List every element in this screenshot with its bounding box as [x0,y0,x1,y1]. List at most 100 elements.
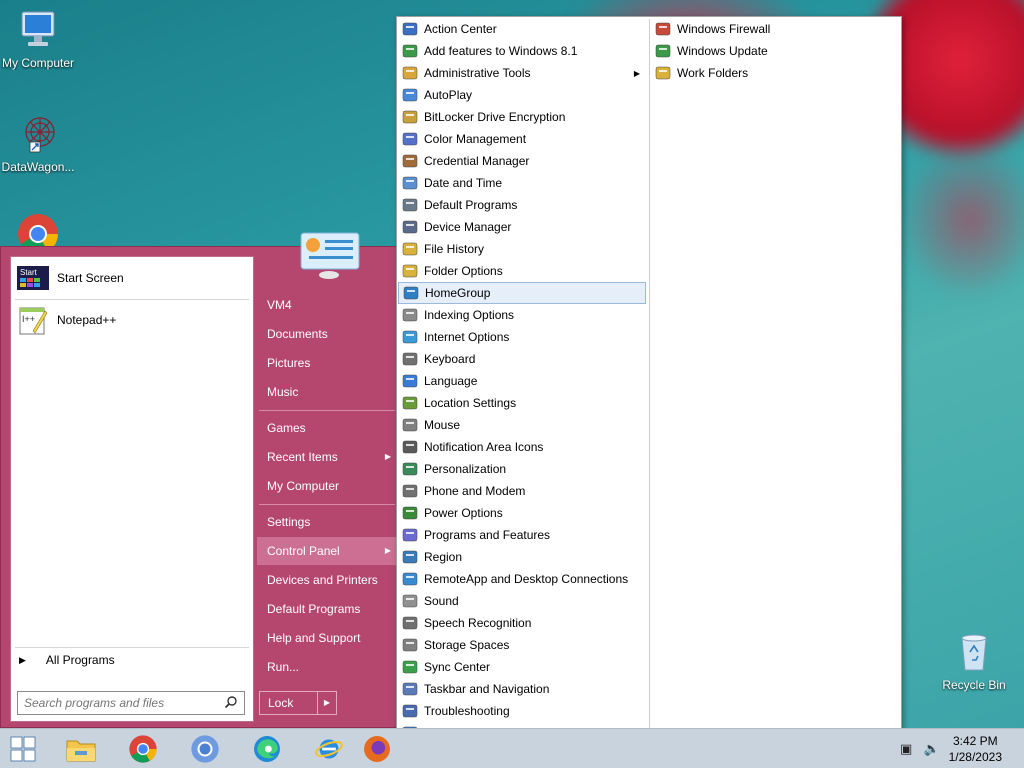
control-panel-item-label: Mouse [424,418,461,432]
control-panel-item[interactable]: Mouse [398,414,646,436]
start-button[interactable] [0,731,52,767]
control-panel-item[interactable]: Taskbar and Navigation [398,678,646,700]
control-panel-item[interactable]: Action Center [398,18,646,40]
control-panel-item[interactable]: Device Manager [398,216,646,238]
control-panel-item[interactable]: Add features to Windows 8.1 [398,40,646,62]
search-input[interactable] [24,696,224,710]
control-panel-item-label: Credential Manager [424,154,530,168]
control-panel-item-label: Work Folders [677,66,749,80]
control-panel-item[interactable]: Location Settings [398,392,646,414]
control-panel-item-label: Sync Center [424,660,491,674]
system-tray: ▣ 🔈 [900,741,940,757]
pinned-item-label: Start Screen [57,271,124,285]
taskbar-clock[interactable]: 3:42 PM 1/28/2023 [949,733,1002,765]
control-panel-item[interactable]: BitLocker Drive Encryption [398,106,646,128]
control-panel-item[interactable]: Default Programs [398,194,646,216]
control-panel-item[interactable]: Indexing Options [398,304,646,326]
control-panel-applet-icon [402,197,418,213]
control-panel-item[interactable]: HomeGroup [398,282,646,304]
control-panel-item[interactable]: Administrative Tools ▶ [398,62,646,84]
column-divider [649,19,650,765]
lock-button[interactable]: Lock [260,692,318,714]
control-panel-item[interactable]: Language [398,370,646,392]
control-panel-applet-icon [402,395,418,411]
divider [15,647,249,648]
start-menu-item-documents[interactable]: Documents [257,320,397,348]
control-panel-applet-icon [402,659,418,675]
control-panel-item-label: BitLocker Drive Encryption [424,110,566,124]
control-panel-item-label: Keyboard [424,352,476,366]
control-panel-item-label: Programs and Features [424,528,551,542]
control-panel-item[interactable]: Windows Firewall [651,18,899,40]
volume-icon[interactable]: 🔈 [924,741,940,756]
start-menu-item-pictures[interactable]: Pictures [257,349,397,377]
control-panel-item-label: Notification Area Icons [424,440,544,454]
start-menu-item-settings[interactable]: Settings [257,508,397,536]
control-panel-item[interactable]: Windows Update [651,40,899,62]
start-menu-item-recent-items[interactable]: Recent Items ▶ [257,443,397,471]
control-panel-item-label: Indexing Options [424,308,515,322]
divider [15,299,249,300]
start-menu-item-run[interactable]: Run... [257,653,397,681]
control-panel-item-label: Sound [424,594,459,608]
control-panel-applet-icon [402,351,418,367]
desktop-icon-recycle-bin[interactable]: Recycle Bin [932,630,1016,692]
start-menu-item-games[interactable]: Games [257,414,397,442]
power-options-arrow[interactable]: ▶ [318,692,336,714]
control-panel-applet-icon [402,219,418,235]
pinned-item-notepad-plus-plus[interactable]: I++ Notepad++ [15,303,249,337]
recycle-bin-icon [952,630,996,674]
taskbar-chromium[interactable] [176,731,234,767]
pinned-item-start-screen[interactable]: Start Start Screen [15,261,249,295]
taskbar-firefox[interactable] [362,731,396,767]
control-panel-item[interactable]: Folder Options [398,260,646,282]
desktop-icon-datawagon[interactable]: DataWagon... [0,112,80,174]
datawagon-logo-icon [16,112,60,156]
start-menu-item-music[interactable]: Music [257,378,397,406]
control-panel-item[interactable]: RemoteApp and Desktop Connections [398,568,646,590]
control-panel-item[interactable]: Internet Options [398,326,646,348]
control-panel-item[interactable]: Troubleshooting [398,700,646,722]
control-panel-item[interactable]: Credential Manager [398,150,646,172]
control-panel-applet-icon [402,87,418,103]
control-panel-item[interactable]: Speech Recognition [398,612,646,634]
all-programs-button[interactable]: ▶ All Programs [19,653,247,667]
taskbar-chrome[interactable] [114,731,172,767]
control-panel-item[interactable]: Sync Center [398,656,646,678]
start-menu-item-devices-and-printers[interactable]: Devices and Printers [257,566,397,594]
control-panel-item-label: AutoPlay [424,88,473,102]
search-box[interactable] [17,691,245,715]
start-menu-item-control-panel[interactable]: Control Panel ▶ [257,537,397,565]
start-menu-item-vm4[interactable]: VM4 [257,291,397,319]
taskbar-file-explorer[interactable] [52,731,110,767]
control-panel-applet-icon [402,439,418,455]
control-panel-item[interactable]: Notification Area Icons [398,436,646,458]
control-panel-item[interactable]: Programs and Features [398,524,646,546]
notepad-plus-plus-icon: I++ [17,305,49,335]
start-menu-item-my-computer[interactable]: My Computer [257,472,397,500]
control-panel-item[interactable]: Phone and Modem [398,480,646,502]
search-icon[interactable] [224,695,238,712]
control-panel-item[interactable]: Work Folders [651,62,899,84]
control-panel-applet-icon [402,109,418,125]
control-panel-item[interactable]: Date and Time [398,172,646,194]
control-panel-applet-icon [402,483,418,499]
network-icon[interactable]: ▣ [900,741,912,756]
control-panel-item[interactable]: File History [398,238,646,260]
internet-explorer-icon [315,739,343,759]
taskbar-internet-explorer[interactable] [300,731,358,767]
control-panel-item[interactable]: Personalization [398,458,646,480]
control-panel-item[interactable]: Power Options [398,502,646,524]
control-panel-item[interactable]: Storage Spaces [398,634,646,656]
control-panel-item[interactable]: AutoPlay [398,84,646,106]
control-panel-item[interactable]: Region [398,546,646,568]
control-panel-item[interactable]: Keyboard [398,348,646,370]
start-menu-item-default-programs[interactable]: Default Programs [257,595,397,623]
desktop-icon-my-computer[interactable]: My Computer [0,8,80,70]
control-panel-item[interactable]: Color Management [398,128,646,150]
start-menu-item-help-and-support[interactable]: Help and Support [257,624,397,652]
triangle-right-icon: ▶ [384,546,391,555]
control-panel-item[interactable]: Sound [398,590,646,612]
control-panel-applet-icon [655,65,671,81]
taskbar-edge[interactable] [238,731,296,767]
